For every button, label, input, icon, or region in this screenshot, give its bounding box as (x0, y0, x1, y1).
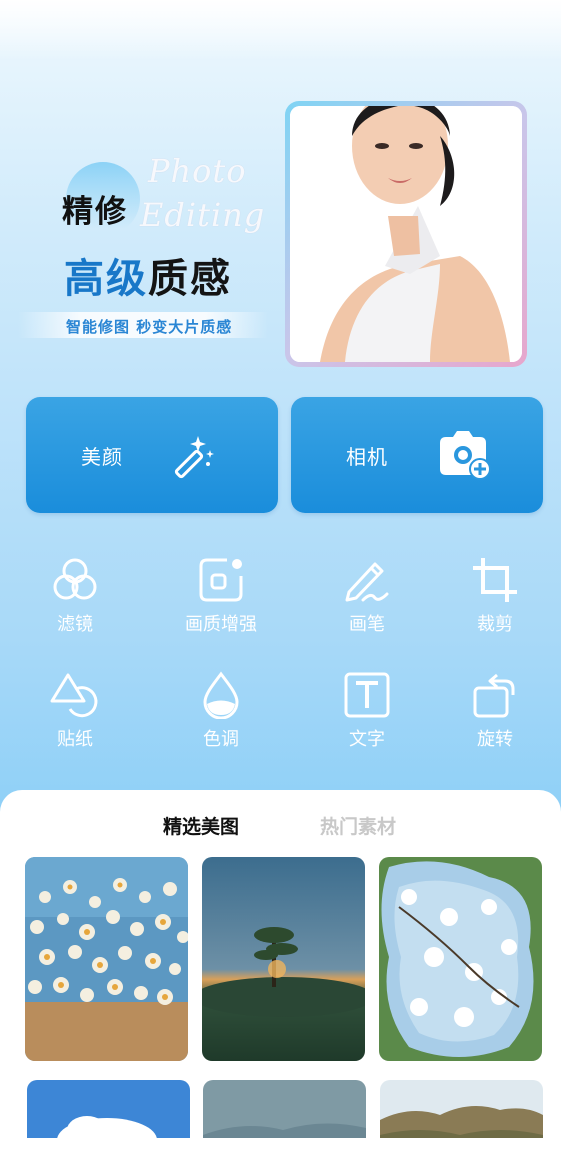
gallery-image-daisies[interactable] (25, 857, 188, 1061)
crop-icon (473, 558, 517, 602)
hero-script-photo: Photo (148, 152, 247, 190)
hero-portrait-image (290, 106, 522, 362)
sticker-shapes-icon (50, 673, 98, 718)
bottom-edge (0, 1138, 561, 1158)
gallery-image-tree[interactable] (202, 857, 365, 1061)
tool-filter-label: 滤镜 (57, 614, 93, 635)
beauty-button[interactable]: 美颜 (26, 397, 278, 513)
magic-wand-icon (174, 436, 214, 479)
droplet-icon (203, 671, 239, 719)
hero-photo-frame (285, 101, 527, 367)
tool-sticker[interactable]: 贴纸 (25, 671, 125, 761)
tab-popular-materials[interactable]: 热门素材 (320, 812, 396, 839)
photo-editor-home: Photo Editing 精修 高级质感 智能修图 秒变大片质感 美颜 相机 … (0, 0, 561, 1158)
gallery-image-blossom-mirror[interactable] (379, 857, 542, 1061)
filter-circles-icon (53, 558, 97, 600)
enhance-icon (199, 558, 243, 602)
tool-brush[interactable]: 画笔 (317, 556, 417, 646)
tool-filter[interactable]: 滤镜 (25, 556, 125, 646)
tool-enhance[interactable]: 画质增强 (171, 556, 271, 646)
tool-crop-label: 裁剪 (477, 614, 513, 635)
camera-add-icon (440, 431, 491, 480)
tool-enhance-label: 画质增强 (185, 614, 257, 635)
hero-script-editing: Editing (140, 196, 266, 234)
hero-title-blue: 高级 (64, 256, 148, 302)
tool-tone[interactable]: 色调 (171, 671, 271, 761)
hero-subtitle: 智能修图 秒变大片质感 (66, 318, 233, 336)
top-glow (0, 0, 561, 60)
hero-title-dark: 质感 (148, 256, 232, 302)
pen-icon (345, 562, 389, 602)
tool-rotate-label: 旋转 (477, 729, 513, 750)
tab-featured[interactable]: 精选美图 (163, 812, 239, 839)
tool-crop[interactable]: 裁剪 (445, 556, 545, 646)
beauty-button-label: 美颜 (81, 445, 123, 469)
tool-tone-label: 色调 (203, 729, 239, 750)
tool-sticker-label: 贴纸 (57, 729, 93, 750)
tool-rotate[interactable]: 旋转 (445, 671, 545, 761)
camera-button[interactable]: 相机 (291, 397, 543, 513)
hero-title-line2: 高级质感 (64, 246, 232, 304)
tool-brush-label: 画笔 (349, 614, 385, 635)
tool-text-label: 文字 (349, 729, 385, 750)
rotate-icon (473, 673, 515, 718)
text-icon (344, 672, 390, 718)
camera-button-label: 相机 (346, 445, 388, 469)
tool-text[interactable]: 文字 (317, 671, 417, 761)
hero-title-line1: 精修 (62, 194, 128, 230)
